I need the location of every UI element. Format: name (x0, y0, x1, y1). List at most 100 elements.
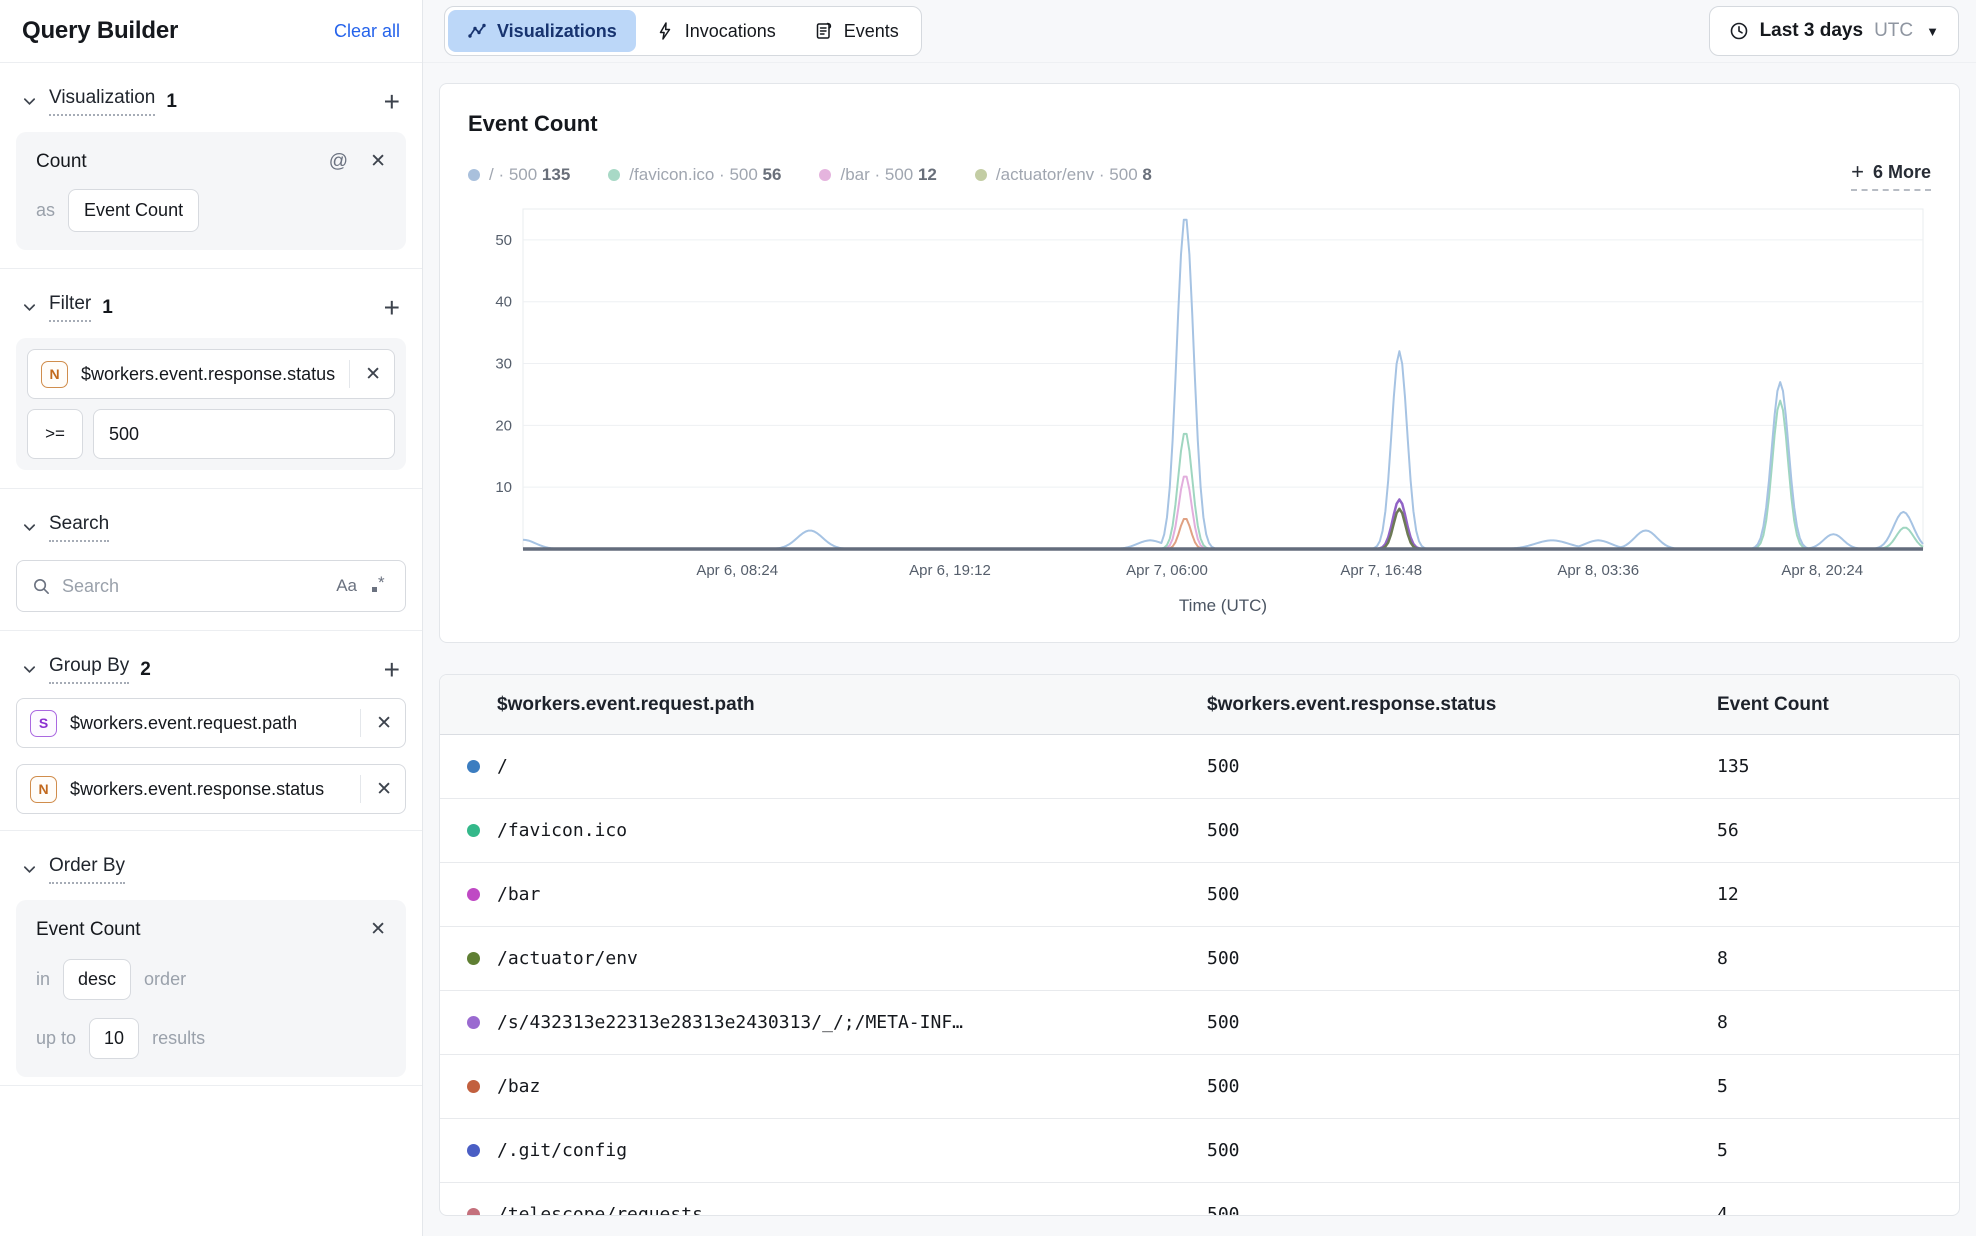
column-header-count[interactable]: Event Count (1717, 694, 1959, 716)
at-sign-icon[interactable]: @ (329, 151, 348, 173)
group-by-field-name: $workers.event.request.path (70, 713, 347, 734)
group-by-field-name: $workers.event.response.status (70, 779, 347, 800)
number-type-badge: N (41, 361, 68, 388)
legend-item[interactable]: / · 500 135 (468, 165, 570, 185)
as-label: as (36, 200, 55, 221)
search-section-label[interactable]: Search (49, 513, 109, 542)
direction-select[interactable]: desc (63, 959, 131, 1000)
legend-item[interactable]: /actuator/env · 500 8 (975, 165, 1152, 185)
filter-value-input[interactable] (93, 409, 395, 459)
cell-response-status: 500 (1207, 1140, 1717, 1161)
chevron-down-icon[interactable] (22, 862, 37, 877)
group-by-section-label[interactable]: Group By (49, 655, 129, 684)
legend-label: / · 500 135 (489, 165, 570, 185)
chevron-down-icon[interactable] (22, 94, 37, 109)
series-color-dot (467, 1016, 480, 1029)
search-section-header: Search (14, 489, 408, 556)
tab-events[interactable]: Events (795, 10, 918, 52)
alias-button[interactable]: Event Count (68, 189, 199, 232)
match-case-icon[interactable]: Aa (336, 576, 357, 596)
series-color-dot (467, 760, 480, 773)
svg-text:Apr 6, 19:12: Apr 6, 19:12 (909, 562, 991, 579)
event-count-chart: 1020304050Apr 6, 08:24Apr 6, 19:12Apr 7,… (468, 201, 1931, 636)
svg-text:Apr 8, 03:36: Apr 8, 03:36 (1557, 562, 1639, 579)
filter-section-label[interactable]: Filter (49, 293, 91, 322)
close-icon[interactable]: ✕ (370, 150, 386, 173)
operator-select[interactable]: >= (27, 409, 83, 459)
series-color-dot (467, 1080, 480, 1093)
column-header-path[interactable]: $workers.event.request.path (497, 694, 1207, 716)
cell-event-count: 135 (1717, 756, 1959, 777)
filter-field-row[interactable]: N $workers.event.response.status ✕ (27, 349, 395, 399)
table-row: /baz5005 (440, 1055, 1959, 1119)
table-header-row: $workers.event.request.path $workers.eve… (440, 675, 1959, 735)
remove-order-by-icon[interactable]: ✕ (370, 918, 386, 941)
search-input[interactable] (62, 576, 325, 597)
divider (0, 1085, 422, 1086)
group-by-count: 2 (140, 659, 151, 681)
add-group-by-button[interactable]: + (384, 660, 400, 680)
cell-event-count: 12 (1717, 884, 1959, 905)
group-by-field-row[interactable]: N $workers.event.response.status ✕ (16, 764, 406, 814)
order-by-card: Event Count ✕ in desc order up to 10 res… (16, 900, 406, 1077)
chevron-down-icon[interactable] (22, 520, 37, 535)
remove-group-by-icon[interactable]: ✕ (376, 778, 392, 801)
table-row: /s/432313e22313e28313e2430313/_/;/META-I… (440, 991, 1959, 1055)
group-by-field-row[interactable]: S $workers.event.request.path ✕ (16, 698, 406, 748)
clear-all-button[interactable]: Clear all (334, 21, 400, 42)
tab-invocations[interactable]: Invocations (636, 10, 795, 52)
cell-event-count: 5 (1717, 1140, 1959, 1161)
visualization-section-label[interactable]: Visualization (49, 87, 155, 116)
svg-text:*: * (378, 575, 385, 592)
divider (360, 709, 361, 737)
add-visualization-button[interactable]: + (384, 92, 400, 112)
topbar: Visualizations Invocations Events Last 3… (423, 0, 1976, 63)
series-color-dot (467, 952, 480, 965)
series-color-dot (467, 1144, 480, 1157)
regex-icon[interactable]: * (368, 575, 390, 597)
remove-group-by-icon[interactable]: ✕ (376, 712, 392, 735)
series-color-dot (468, 169, 480, 181)
time-range-button[interactable]: Last 3 days UTC ▼ (1709, 6, 1959, 56)
cell-request-path: /bar (497, 884, 1207, 905)
legend-item[interactable]: /favicon.ico · 500 56 (608, 165, 781, 185)
number-type-badge: N (30, 776, 57, 803)
chart-legend: / · 500 135/favicon.ico · 500 56/bar · 5… (468, 159, 1931, 191)
series-color-dot (467, 888, 480, 901)
table-body: /500135/favicon.ico50056/bar50012/actuat… (440, 735, 1959, 1216)
content-area: Event Count / · 500 135/favicon.ico · 50… (423, 63, 1976, 1236)
series-color-dot (467, 1208, 480, 1216)
svg-text:Time (UTC): Time (UTC) (1179, 596, 1267, 615)
legend-more-label: 6 More (1873, 162, 1931, 183)
series-color-dot (975, 169, 987, 181)
order-by-section-label[interactable]: Order By (49, 855, 125, 884)
events-list-icon (814, 21, 834, 41)
legend-item[interactable]: /bar · 500 12 (819, 165, 936, 185)
limit-input[interactable]: 10 (89, 1018, 139, 1059)
cell-response-status: 500 (1207, 948, 1717, 969)
add-filter-button[interactable]: + (384, 298, 400, 318)
legend-label: /favicon.ico · 500 56 (629, 165, 781, 185)
chevron-down-icon[interactable] (22, 300, 37, 315)
in-label: in (36, 969, 50, 990)
table-row: /.git/config5005 (440, 1119, 1959, 1183)
page-title: Query Builder (22, 17, 178, 45)
legend-more-button[interactable]: + 6 More (1851, 159, 1931, 191)
search-box: Aa * (16, 560, 406, 612)
cell-event-count: 4 (1717, 1204, 1959, 1216)
table-row: /500135 (440, 735, 1959, 799)
tab-label: Visualizations (497, 21, 617, 42)
column-header-status[interactable]: $workers.event.response.status (1207, 694, 1717, 716)
order-by-field: Event Count (36, 919, 141, 941)
main-area: Visualizations Invocations Events Last 3… (423, 0, 1976, 1236)
query-builder-page: Query Builder Clear all Visualization 1 … (0, 0, 1976, 1236)
cell-event-count: 8 (1717, 948, 1959, 969)
table-row: /actuator/env5008 (440, 927, 1959, 991)
filter-section-header: Filter 1 + (14, 269, 408, 336)
view-tab-group: Visualizations Invocations Events (444, 6, 922, 56)
tab-label: Invocations (685, 21, 776, 42)
chevron-down-icon[interactable] (22, 662, 37, 677)
remove-filter-icon[interactable]: ✕ (365, 363, 381, 386)
line-chart-icon (467, 21, 487, 41)
tab-visualizations[interactable]: Visualizations (448, 10, 636, 52)
